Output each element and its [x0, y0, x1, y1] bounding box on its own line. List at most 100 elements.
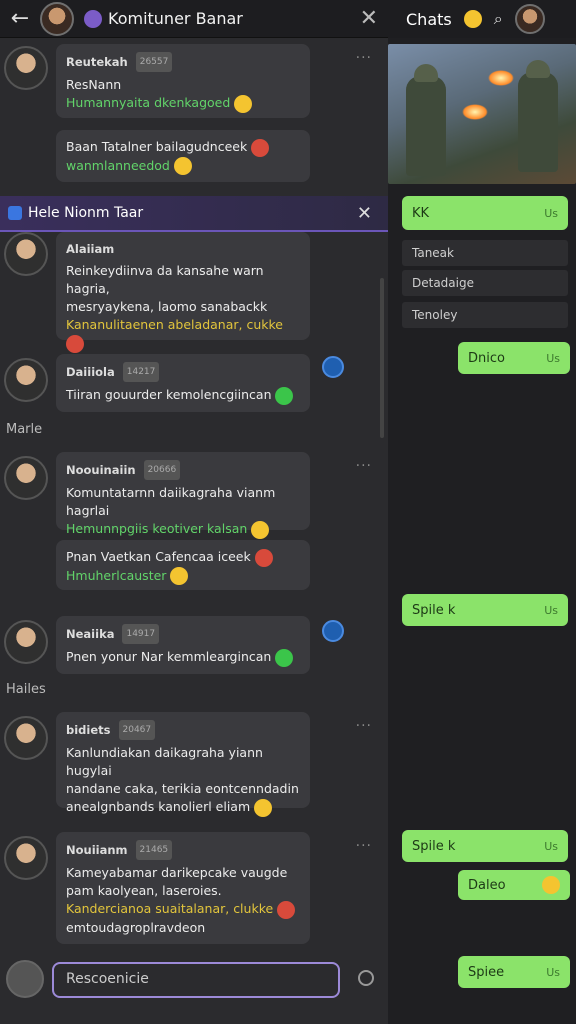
pinned-banner[interactable]: Hele Nionm Taar ✕: [0, 196, 388, 232]
composer: Rescoenicie: [0, 960, 388, 1002]
arrow-left-icon[interactable]: ←: [0, 6, 40, 31]
message-text: Spile k: [412, 602, 456, 618]
sender-tag: 21465: [135, 840, 173, 860]
avatar[interactable]: [4, 836, 48, 880]
message-line: mesryaykena, laomo sanabackk: [66, 299, 268, 314]
sent-message[interactable]: KK Us: [402, 196, 568, 230]
chat-sidebar: KK Us Taneak Detadaige Tenoley Dnico Us …: [388, 38, 576, 1024]
message-text: Spile k: [412, 838, 456, 854]
sender-name: Noouinaiin: [66, 463, 136, 477]
emoji-icon: [254, 548, 273, 567]
message-input[interactable]: Rescoenicie: [52, 962, 340, 998]
message-line: Reinkeydiinva da kansahe warn hagria,: [66, 263, 264, 296]
message-line: Hmuherlcauster: [66, 567, 167, 583]
emoji-icon: [66, 334, 84, 353]
sent-message[interactable]: Spile k Us: [402, 594, 568, 626]
sender-tag: 14917: [122, 624, 160, 644]
avatar[interactable]: [4, 232, 48, 276]
chat-list-item[interactable]: Tenoley: [402, 302, 568, 328]
message-text: KK: [412, 205, 430, 221]
sender-tag: 20467: [118, 720, 156, 740]
sender-tag: 14217: [122, 362, 160, 382]
group-icon: [84, 9, 102, 28]
emoji-icon[interactable]: [463, 10, 482, 28]
emoji-icon: [251, 520, 270, 539]
sender-name: Alaiiam: [66, 242, 115, 256]
game-image[interactable]: [388, 44, 576, 184]
profile-avatar[interactable]: [514, 4, 545, 34]
sender-tag: 20666: [143, 460, 181, 480]
emoji-icon: [170, 567, 189, 585]
day-label: Hailes: [6, 682, 46, 697]
message-line: pam kaolyean, laseroies.: [66, 883, 222, 898]
message-line: emtoudagroplravdeon: [66, 919, 206, 935]
message-bubble[interactable]: bidiets 20467 Kanlundiakan daikagraha yia…: [56, 712, 310, 817]
sender-tag: 26557: [135, 52, 173, 72]
emoji-icon: [254, 798, 273, 817]
message-bubble[interactable]: Nouiianm 21465 Kameyabamar darikepcake va…: [56, 832, 310, 944]
message-bubble[interactable]: Neaiika 14917 Pnen yonur Nar kemmlearginc…: [56, 616, 310, 674]
avatar[interactable]: [4, 46, 48, 90]
message-bubble[interactable]: Noouinaiin 20666 Komuntatarnn daiikagraha…: [56, 452, 310, 539]
muzzle-flash: [488, 70, 514, 86]
read-receipt: Us: [544, 839, 558, 853]
sender-name: bidiets: [66, 723, 111, 737]
sent-message[interactable]: Daleo: [458, 870, 570, 900]
message-bubble[interactable]: Baan Tatalner bailagudnceek wanmlanneedo…: [56, 130, 310, 182]
scrollbar[interactable]: [380, 278, 384, 438]
reaction-icon[interactable]: [322, 620, 344, 642]
read-receipt: Us: [544, 603, 558, 617]
close-banner-icon[interactable]: ✕: [357, 203, 372, 224]
message-line: Kanlundiakan daikagraha yiann hugylai: [66, 745, 263, 778]
message-bubble[interactable]: Pnan Vaetkan Cafencaa iceek Hmuherlcaust…: [56, 540, 310, 590]
message-line: anealgnbands kanolierl eliam: [66, 799, 251, 814]
chat-avatar[interactable]: [40, 1, 74, 36]
sent-message[interactable]: Spile k Us: [402, 830, 568, 862]
message-bubble[interactable]: Daiiiola 14217 Tiiran gouurder kemolencgi…: [56, 354, 310, 412]
more-icon[interactable]: ···: [356, 50, 372, 66]
avatar[interactable]: [4, 716, 48, 760]
emoji-icon: [275, 386, 294, 405]
clock-icon[interactable]: [358, 970, 374, 986]
message-text: Spiee: [468, 964, 505, 980]
sender-name: Reutekah: [66, 55, 128, 69]
day-label: Marle: [6, 422, 43, 437]
soldier-figure: [406, 64, 446, 176]
message-line: Pnen yonur Nar kemmleargincan: [66, 649, 272, 664]
close-icon[interactable]: ✕: [360, 6, 378, 31]
chat-app: ← Komituner Banar ✕ Chats ⌕ Reutekah 2655…: [0, 0, 576, 1024]
message-bubble[interactable]: Reutekah 26557 ResNann Humannyaita dkenka…: [56, 44, 310, 118]
emoji-icon: [251, 138, 270, 157]
avatar[interactable]: [4, 456, 48, 500]
more-icon[interactable]: ···: [356, 458, 372, 474]
muzzle-flash: [462, 104, 488, 120]
emoji-icon: [275, 648, 294, 667]
more-icon[interactable]: ···: [356, 838, 372, 854]
message-line: Komuntatarnn daiikagraha vianm hagrlai: [66, 485, 276, 518]
message-list[interactable]: Reutekah 26557 ResNann Humannyaita dkenka…: [0, 38, 388, 1024]
sent-message[interactable]: Dnico Us: [458, 342, 570, 374]
message-text: Dnico: [468, 350, 505, 366]
search-icon[interactable]: ⌕: [494, 9, 503, 29]
message-bubble[interactable]: Alaiiam Reinkeydiinva da kansahe warn ha…: [56, 232, 310, 369]
avatar[interactable]: [4, 358, 48, 402]
user-avatar[interactable]: [6, 960, 44, 998]
avatar[interactable]: [4, 620, 48, 664]
message-line: Humannyaita dkenkagoed: [66, 95, 231, 110]
read-receipt: Us: [544, 206, 558, 220]
message-line: Hemunnpgiis keotiver kalsan: [66, 521, 248, 536]
message-line: nandane caka, terikia eontcenndadin: [66, 781, 299, 796]
message-line: Tiiran gouurder kemolencgiincan: [66, 387, 272, 402]
chat-header: ← Komituner Banar ✕: [0, 0, 388, 38]
sender-name: Neaiika: [66, 627, 115, 641]
more-icon[interactable]: ···: [356, 718, 372, 734]
sender-name: Nouiianm: [66, 843, 128, 857]
reaction-icon[interactable]: [322, 356, 344, 378]
sent-message[interactable]: Spiee Us: [458, 956, 570, 988]
chat-list-item[interactable]: Detadaige: [402, 270, 568, 296]
chat-list-item[interactable]: Taneak: [402, 240, 568, 266]
message-text: Daleo: [468, 877, 506, 893]
emoji-icon: [277, 900, 296, 919]
soldier-figure: [518, 60, 558, 172]
pin-icon: [8, 206, 22, 220]
